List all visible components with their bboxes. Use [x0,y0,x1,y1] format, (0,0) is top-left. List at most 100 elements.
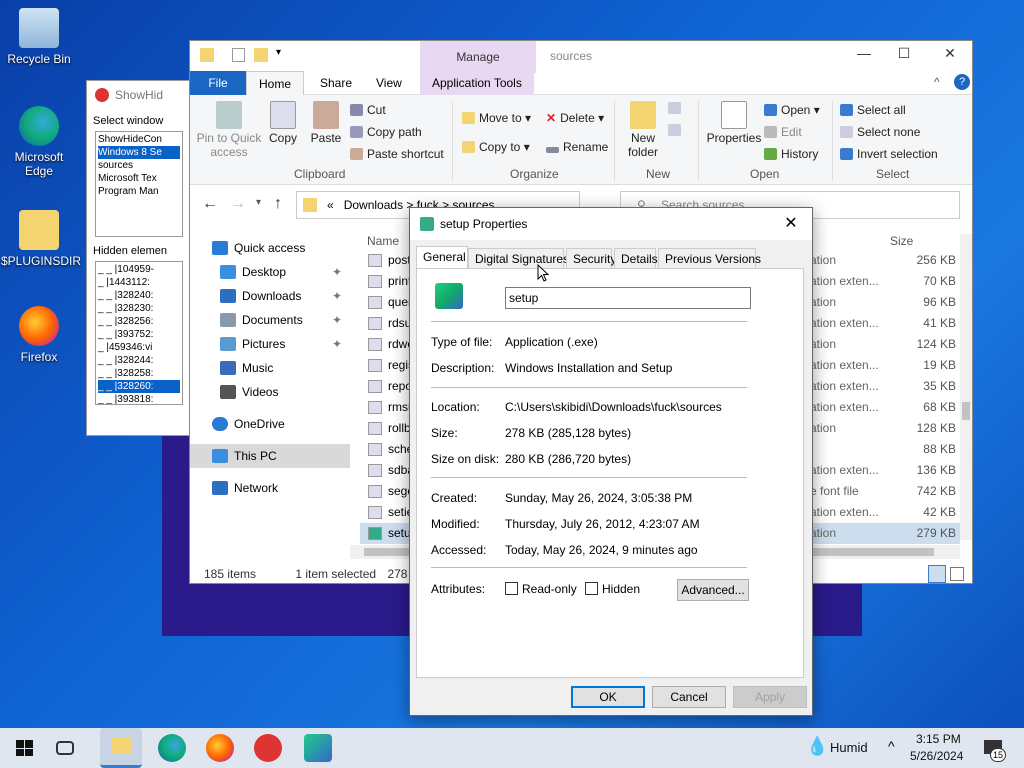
minimize-button[interactable]: — [844,45,884,67]
table-row[interactable]: ation exten... 70 KB [810,271,960,292]
help-icon[interactable]: ? [954,74,970,90]
table-row[interactable]: 88 KB [810,439,960,460]
file-name-field[interactable]: setup [505,287,751,309]
tab-view[interactable]: View [364,71,414,95]
nav-this-pc[interactable]: This PC [190,444,350,468]
tab-application-tools[interactable]: Application Tools [420,71,534,95]
table-row[interactable]: e font file 742 KB [810,481,960,502]
showhide-taskbar-button[interactable] [254,734,282,762]
copy-button[interactable]: Copy [268,101,298,145]
list-item[interactable]: _ _ |393752: [98,328,180,341]
properties-button[interactable]: Properties [704,101,764,145]
chevron-up-icon[interactable]: ^ [888,738,895,754]
scrollbar-thumb[interactable] [962,402,970,420]
nav-desktop[interactable]: Desktop ✦ [190,260,350,284]
nav-music[interactable]: Music [190,356,350,380]
cancel-button[interactable]: Cancel [652,686,726,708]
apply-button[interactable]: Apply [733,686,807,708]
pin-button[interactable]: Pin to Quick access [196,101,262,159]
list-item[interactable]: _ |1443112: [98,276,180,289]
nav-network[interactable]: Network [190,476,350,500]
tab-security[interactable]: Security [566,248,616,268]
vertical-scrollbar[interactable] [960,234,972,540]
copy-path-button[interactable]: Copy path [350,125,422,139]
clock-time[interactable]: 3:15 PM [916,732,961,746]
desktop-pluginsdir[interactable]: $PLUGINSDIR [1,210,81,268]
list-item[interactable]: ShowHideCon [98,133,180,146]
table-row[interactable]: ation exten... 35 KB [810,376,960,397]
window-list[interactable]: ShowHideCon Windows 8 Se sources Microso… [95,131,183,237]
list-item[interactable]: Program Man [98,185,180,198]
up-arrow-icon[interactable]: ↑ [274,195,282,213]
table-row[interactable]: ation 279 KB [810,523,960,544]
pin-icon[interactable]: ✦ [332,284,342,308]
list-item[interactable]: Microsoft Tex [98,172,180,185]
desktop-recycle-bin[interactable]: Recycle Bin [1,8,77,66]
large-icons-view-icon[interactable] [950,567,964,581]
table-row[interactable]: ation exten... 68 KB [810,397,960,418]
list-item[interactable]: _ _ |393818: [98,393,180,404]
forward-arrow-icon[interactable]: → [230,195,246,213]
chevron-down-icon[interactable]: ▾ [256,197,261,208]
checkbox-box[interactable] [585,582,598,595]
details-view-icon[interactable] [928,565,946,583]
list-item[interactable]: _ _ |328240: [98,289,180,302]
list-item[interactable]: sources [98,159,180,172]
start-button[interactable] [10,734,38,762]
tab-digital-signatures[interactable]: Digital Signatures [468,248,569,268]
table-row[interactable]: ation 128 KB [810,418,960,439]
back-arrow-icon[interactable]: ← [202,195,218,213]
close-button[interactable]: ✕ [776,208,806,240]
history-button[interactable]: History [764,147,818,161]
open-button[interactable]: Open ▾ [764,103,820,117]
firefox-taskbar-button[interactable] [206,734,234,762]
select-none-button[interactable]: Select none [840,125,920,139]
ok-button[interactable]: OK [571,686,645,708]
list-item[interactable]: _ _ |328260: [98,380,180,393]
easy-access-button[interactable] [668,123,685,137]
close-button[interactable]: ✕ [930,45,970,67]
checkbox-box[interactable] [505,582,518,595]
rename-button[interactable]: Rename [546,140,608,154]
tab-home[interactable]: Home [246,71,305,95]
table-row[interactable]: ation 96 KB [810,292,960,313]
chevron-up-icon[interactable]: ^ [934,75,940,89]
table-row[interactable]: ation exten... 19 KB [810,355,960,376]
edit-button[interactable]: Edit [764,125,802,139]
list-item[interactable]: _ _ |328230: [98,302,180,315]
copy-to-button[interactable]: Copy to ▾ [462,140,530,154]
list-item[interactable]: _ _ |104959- [98,263,180,276]
paste-shortcut-button[interactable]: Paste shortcut [350,147,444,161]
select-all-button[interactable]: Select all [840,103,906,117]
chevron-down-icon[interactable]: ▾ [276,47,281,58]
desktop-firefox[interactable]: Firefox [1,306,77,364]
table-row[interactable]: ation 124 KB [810,334,960,355]
desktop-edge[interactable]: Microsoft Edge [1,106,77,178]
cut-button[interactable]: Cut [350,103,386,117]
weather-label[interactable]: Humid [830,740,868,755]
list-item[interactable]: _ _ |328244: [98,354,180,367]
tab-previous-versions[interactable]: Previous Versions [658,248,761,268]
table-row[interactable]: ation exten... 42 KB [810,502,960,523]
hidden-checkbox[interactable]: Hidden [585,582,640,596]
tab-file[interactable]: File [190,71,246,95]
advanced-button[interactable]: Advanced... [677,579,749,601]
invert-selection-button[interactable]: Invert selection [840,147,938,161]
table-row[interactable]: ation 256 KB [810,250,960,271]
checkmark-icon[interactable] [232,48,245,62]
folder-icon[interactable] [200,48,214,62]
readonly-checkbox[interactable]: Read-only [505,582,577,596]
tab-share[interactable]: Share [308,71,364,95]
maximize-button[interactable]: ☐ [884,45,924,67]
setup-taskbar-button[interactable] [304,734,332,762]
file-explorer-taskbar-button[interactable] [100,728,142,768]
nav-videos[interactable]: Videos [190,380,350,404]
pin-icon[interactable]: ✦ [332,260,342,284]
list-item[interactable]: Windows 8 Se [98,146,180,159]
tab-general[interactable]: General [416,246,468,268]
column-header-name[interactable]: Name [367,234,399,248]
new-folder-button[interactable]: New folder [622,101,664,159]
breadcrumb[interactable]: Downloads [344,198,403,212]
folder-icon[interactable] [254,48,268,62]
water-drop-icon[interactable]: 💧 [806,736,828,757]
